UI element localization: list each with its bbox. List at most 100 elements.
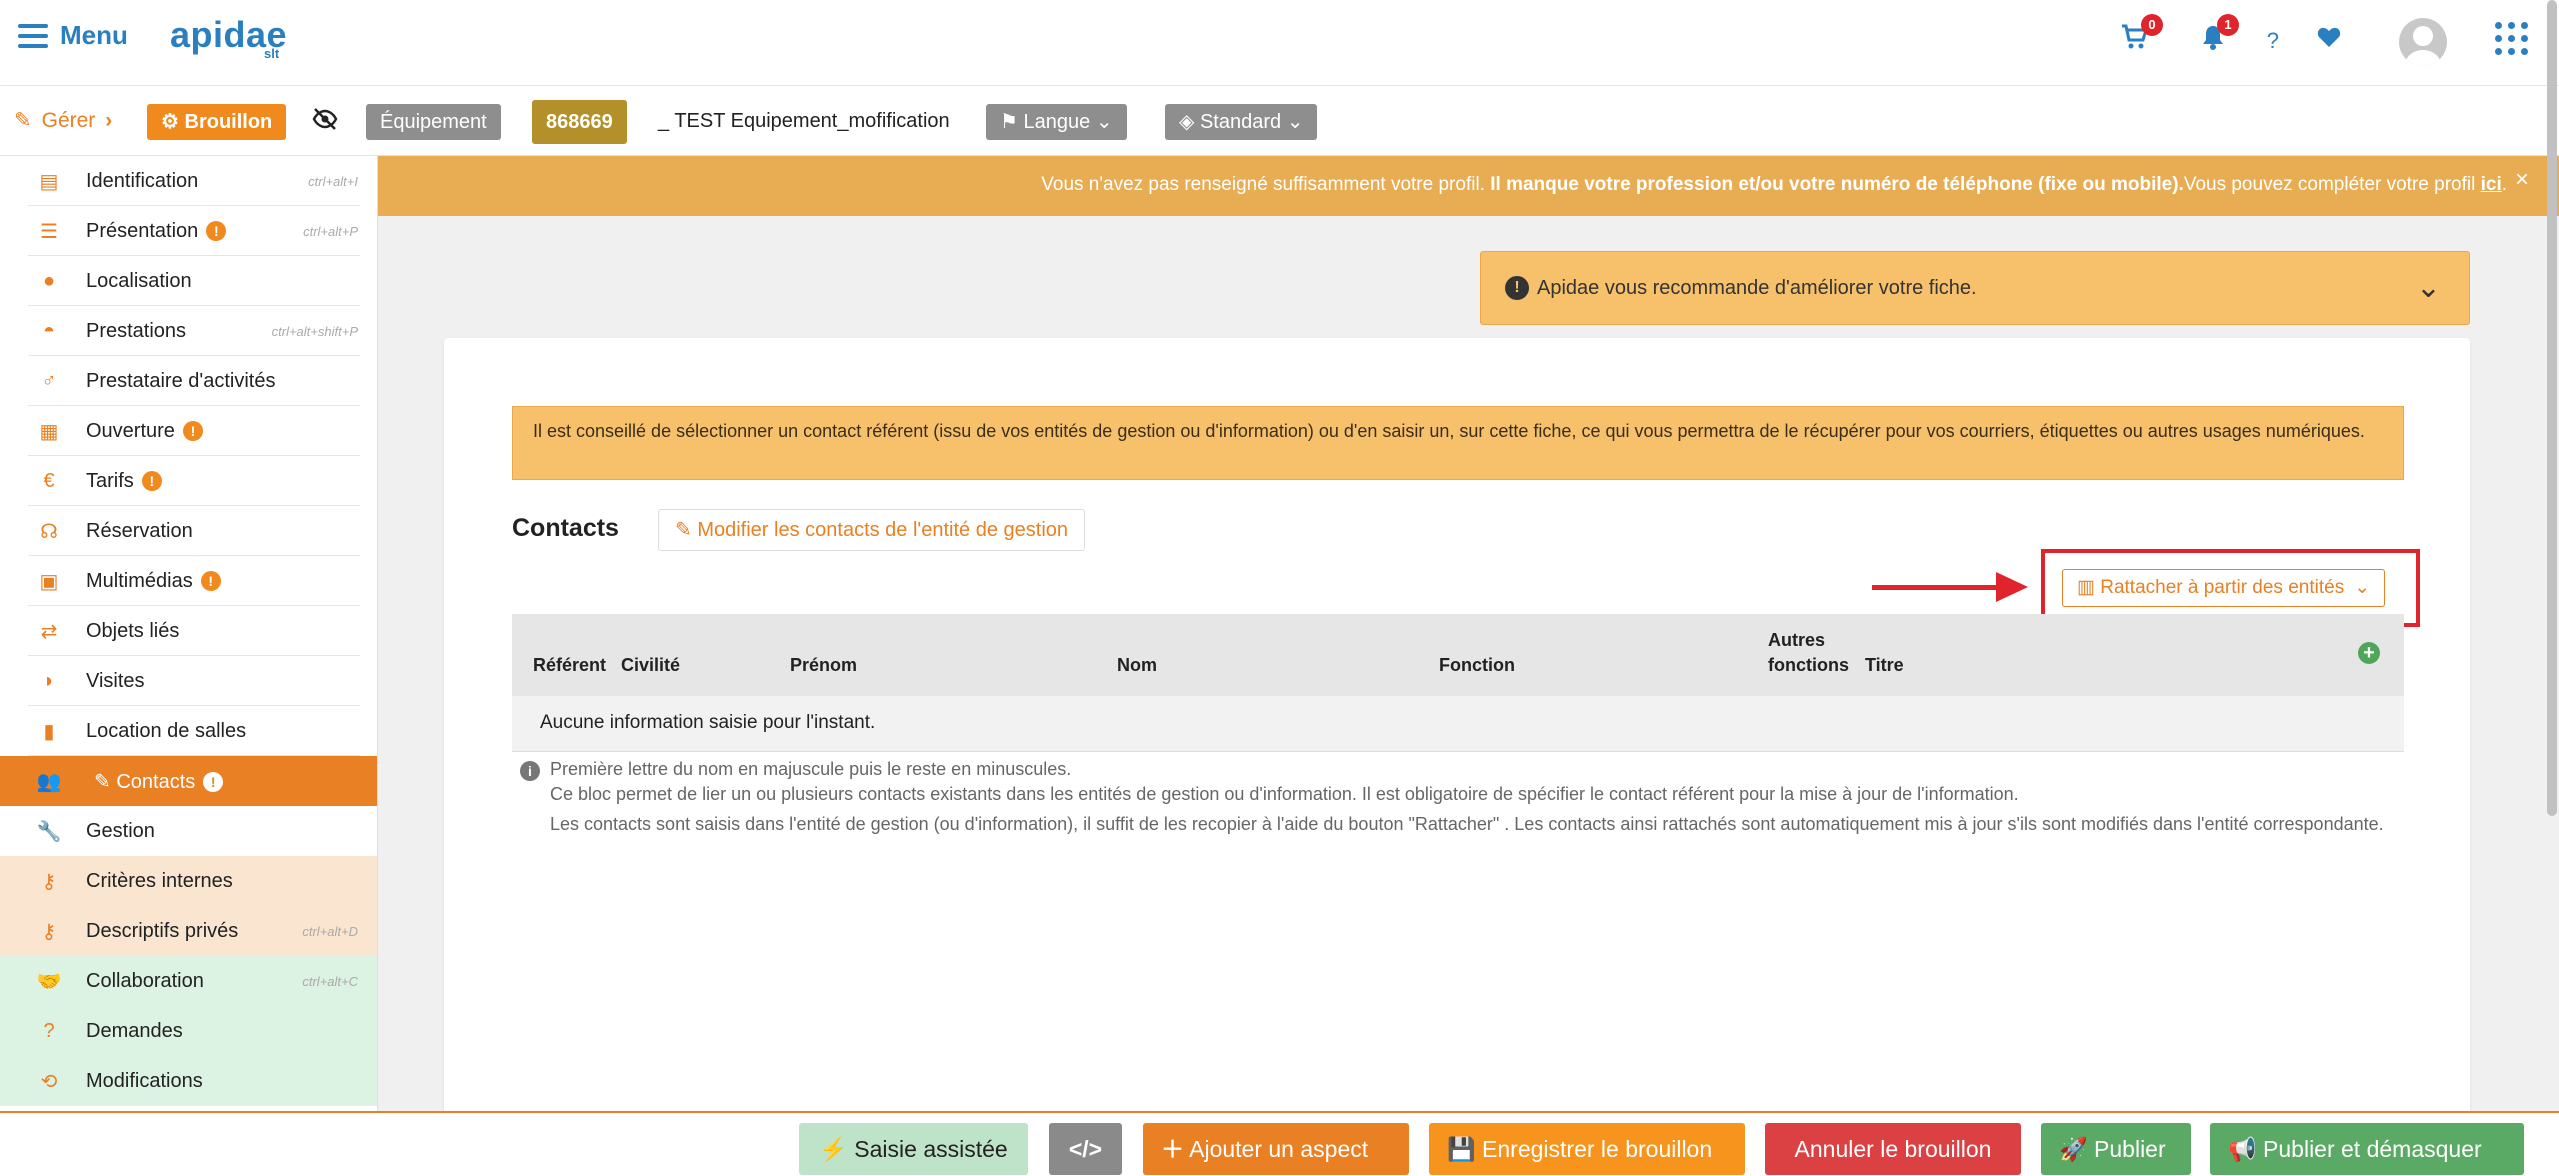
exclamation-circle-icon: ! bbox=[1505, 276, 1529, 300]
assisted-entry-button[interactable]: ⚡ Saisie assistée bbox=[799, 1123, 1028, 1175]
standard-dropdown[interactable]: ◈ Standard ⌄ bbox=[1165, 104, 1318, 140]
column-header: Nom bbox=[1117, 655, 1157, 675]
publish-unmask-label: Publier et démasquer bbox=[2263, 1136, 2482, 1162]
sidebar-item-contacts[interactable]: 👥 ✎ Contacts! bbox=[0, 756, 377, 806]
add-contact-icon[interactable]: + bbox=[2358, 642, 2380, 664]
sidebar-item-label: Contacts bbox=[116, 770, 196, 793]
add-aspect-label: Ajouter un aspect bbox=[1189, 1136, 1369, 1162]
shortcut-hint: ctrl+alt+I bbox=[308, 173, 358, 189]
sidebar-item-prestations[interactable]: ◓ Prestations ctrl+alt+shift+P bbox=[0, 306, 377, 356]
wrench-icon: 🔧 bbox=[36, 820, 62, 843]
sidebar-item-reservation[interactable]: ☊ Réservation bbox=[0, 506, 377, 556]
arrows-exchange-icon: ⇄ bbox=[40, 620, 58, 643]
plus-icon: ＋ bbox=[1161, 1136, 1184, 1162]
user-avatar[interactable] bbox=[2399, 18, 2447, 66]
images-icon: ▣ bbox=[39, 570, 59, 593]
shortcut-hint: ctrl+alt+C bbox=[302, 973, 358, 989]
sidebar-item-label: Collaboration bbox=[86, 969, 204, 992]
pencil-icon: ✎ bbox=[675, 519, 698, 541]
calendar-icon: ▦ bbox=[39, 420, 59, 443]
record-title: _ TEST Equipement_mofification bbox=[658, 110, 950, 132]
sidebar-item-visites[interactable]: ◗ Visites bbox=[0, 656, 377, 706]
page-scrollbar[interactable] bbox=[2547, 0, 2557, 816]
sidebar-item-label: Identification bbox=[86, 169, 199, 192]
cart-icon[interactable]: 0 bbox=[2121, 14, 2163, 57]
status-badge[interactable]: ⚙ Brouillon bbox=[147, 104, 287, 140]
modify-contacts-button[interactable]: ✎ Modifier les contacts de l'entité de g… bbox=[658, 509, 1086, 551]
heart-icon[interactable] bbox=[2317, 24, 2341, 55]
sidebar-item-demandes[interactable]: ? Demandes bbox=[0, 1006, 377, 1056]
chevron-down-icon: ⌄ bbox=[1095, 111, 1113, 133]
notice-text: Vous n'avez pas renseigné suffisamment v… bbox=[1041, 174, 1491, 195]
map-pin-icon: ● bbox=[42, 269, 56, 292]
sidebar-item-label: Prestations bbox=[86, 319, 187, 342]
sidebar-item-collaboration[interactable]: 🤝 Collaboration ctrl+alt+C bbox=[0, 956, 377, 1006]
save-draft-button[interactable]: 💾 Enregistrer le brouillon bbox=[1429, 1123, 1745, 1175]
headset-icon: ☊ bbox=[40, 520, 58, 543]
profile-link[interactable]: ici bbox=[2481, 174, 2502, 195]
bell-icon[interactable]: 1 bbox=[2201, 14, 2239, 57]
help-line: Les contacts sont saisis dans l'entité d… bbox=[550, 814, 2384, 834]
sidebar: ▤ Identification ctrl+alt+I ☰ Présentati… bbox=[0, 156, 378, 1116]
sidebar-item-objets-lies[interactable]: ⇄ Objets liés bbox=[0, 606, 377, 656]
table-empty-row: Aucune information saisie pour l'instant… bbox=[512, 696, 2404, 752]
sidebar-item-multimedias[interactable]: ▣ Multimédias! bbox=[0, 556, 377, 606]
shortcut-hint: ctrl+alt+shift+P bbox=[271, 323, 358, 339]
column-header: Prénom bbox=[790, 655, 858, 675]
column-header: Titre bbox=[1865, 655, 1904, 675]
warning-icon: ! bbox=[200, 571, 221, 592]
sidebar-item-gestion[interactable]: 🔧 Gestion bbox=[0, 806, 377, 856]
help-icon[interactable]: ? bbox=[2267, 28, 2279, 54]
sidebar-item-label: Présentation bbox=[86, 219, 199, 242]
sidebar-item-prestataire[interactable]: ♂ Prestataire d'activités bbox=[0, 356, 377, 406]
column-header: Référent bbox=[533, 655, 607, 675]
manage-menu[interactable]: ✎ Gérer › bbox=[14, 108, 112, 133]
sidebar-item-label: Localisation bbox=[86, 269, 192, 292]
eye-slash-icon[interactable] bbox=[312, 108, 338, 137]
apps-grid-icon[interactable] bbox=[2495, 22, 2529, 56]
publish-unmask-button[interactable]: 📢 Publier et démasquer bbox=[2210, 1123, 2524, 1175]
add-aspect-button[interactable]: ＋ Ajouter un aspect bbox=[1143, 1123, 1409, 1175]
id-card-icon: ▤ bbox=[39, 170, 59, 193]
notification-count-badge: 1 bbox=[2217, 14, 2239, 36]
notice-bold-text: Il manque votre profession et/ou votre n… bbox=[1490, 174, 2184, 195]
publish-button[interactable]: 🚀 Publier bbox=[2041, 1123, 2191, 1175]
record-id-badge: 868669 bbox=[532, 100, 627, 144]
close-icon[interactable]: × bbox=[2515, 166, 2529, 194]
column-header: fonctions bbox=[1768, 655, 1849, 675]
cancel-draft-button[interactable]: Annuler le brouillon bbox=[1765, 1123, 2021, 1175]
sidebar-item-location-salles[interactable]: ▮ Location de salles bbox=[0, 706, 377, 756]
sidebar-item-presentation[interactable]: ☰ Présentation! ctrl+alt+P bbox=[0, 206, 377, 256]
sidebar-item-label: Demandes bbox=[86, 1019, 183, 1042]
chevron-down-icon: ⌄ bbox=[2354, 577, 2371, 598]
info-icon: i bbox=[520, 761, 540, 781]
save-draft-label: Enregistrer le brouillon bbox=[1482, 1136, 1713, 1162]
sidebar-item-identification[interactable]: ▤ Identification ctrl+alt+I bbox=[0, 156, 377, 206]
key-icon: ⚷ bbox=[41, 870, 57, 893]
sync-icon: ⟲ bbox=[40, 1070, 58, 1093]
sidebar-item-criteres-internes[interactable]: ⚷ Critères internes bbox=[0, 856, 377, 906]
recommendation-banner[interactable]: ! Apidae vous recommande d'améliorer vot… bbox=[1480, 251, 2470, 325]
language-dropdown[interactable]: ⚑ Langue ⌄ bbox=[986, 104, 1127, 140]
visits-icon: ◗ bbox=[42, 669, 56, 692]
sidebar-item-descriptifs-prives[interactable]: ⚷ Descriptifs privés ctrl+alt+D bbox=[0, 906, 377, 956]
cube-icon: ◈ bbox=[1179, 111, 1195, 133]
edit-icon: ✎ bbox=[94, 770, 117, 793]
sidebar-item-ouverture[interactable]: ▦ Ouverture! bbox=[0, 406, 377, 456]
person-walking-icon: ♂ bbox=[41, 369, 57, 392]
chevron-down-icon[interactable]: ⌄ bbox=[2416, 270, 2441, 305]
sidebar-item-tarifs[interactable]: € Tarifs! bbox=[0, 456, 377, 506]
question-circle-icon: ? bbox=[43, 1019, 55, 1042]
publish-label: Publier bbox=[2094, 1136, 2166, 1162]
building-icon: ▥ bbox=[2077, 577, 2101, 598]
sidebar-item-label: Location de salles bbox=[86, 719, 247, 742]
sidebar-item-modifications[interactable]: ⟲ Modifications bbox=[0, 1056, 377, 1106]
sidebar-item-localisation[interactable]: ● Localisation bbox=[0, 256, 377, 306]
code-view-button[interactable]: </> bbox=[1049, 1123, 1122, 1175]
attach-from-entities-button[interactable]: ▥ Rattacher à partir des entités ⌄ bbox=[2062, 569, 2386, 607]
service-bell-icon: ◓ bbox=[42, 319, 56, 342]
help-line: Première lettre du nom en majuscule puis… bbox=[550, 759, 1072, 779]
menu-button[interactable]: Menu bbox=[18, 20, 128, 51]
profile-notice-banner: Vous n'avez pas renseigné suffisamment v… bbox=[378, 156, 2559, 216]
chevron-right-icon: › bbox=[105, 108, 113, 132]
